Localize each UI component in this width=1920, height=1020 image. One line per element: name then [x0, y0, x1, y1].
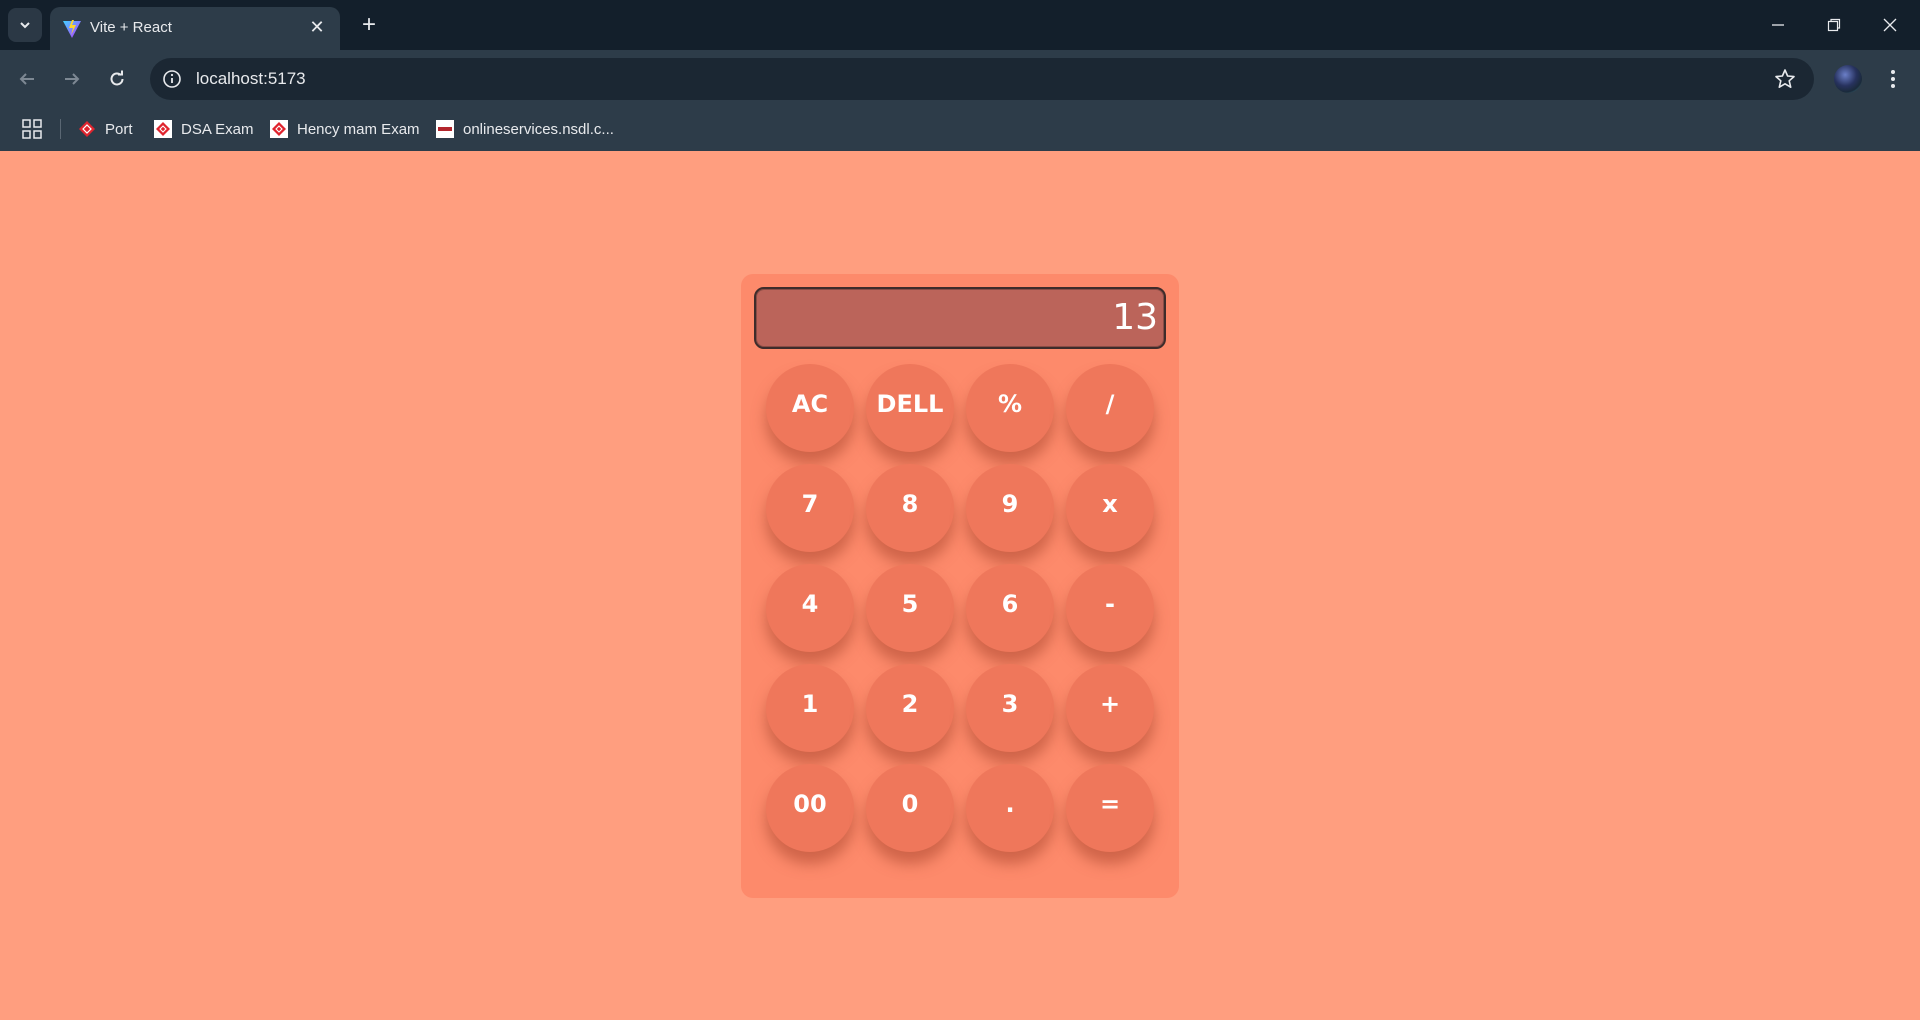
- key-6[interactable]: 6: [966, 564, 1054, 652]
- bookmark-star-icon[interactable]: [1774, 68, 1796, 90]
- close-tab-icon[interactable]: ✕: [306, 16, 328, 38]
- key-label: -: [1105, 590, 1115, 618]
- key-label: 8: [901, 490, 919, 518]
- more-vert-icon: [1891, 70, 1895, 88]
- key-label: 6: [1001, 590, 1019, 618]
- key-label: 5: [901, 590, 919, 618]
- key-label: AC: [791, 390, 829, 418]
- key-0[interactable]: 0: [866, 764, 954, 852]
- key-divide[interactable]: /: [1066, 364, 1154, 452]
- arrow-left-icon: [19, 73, 34, 85]
- key-label: 4: [801, 590, 819, 618]
- key-label: x: [1102, 490, 1118, 518]
- page-content: 13 AC DELL % / 7 8 9 x 4 5 6 - 1 2 3 + 0…: [0, 151, 1920, 1020]
- key-label: =: [1099, 790, 1121, 818]
- nsdl-logo-icon: [436, 120, 454, 138]
- red-logo-icon: [79, 121, 95, 137]
- key-7[interactable]: 7: [766, 464, 854, 552]
- key-label: 2: [901, 690, 919, 718]
- restore-icon: [1827, 18, 1841, 32]
- key-equals[interactable]: =: [1066, 764, 1154, 852]
- key-label: 1: [801, 690, 819, 718]
- key-label: 0: [901, 790, 919, 818]
- minimize-icon: [1772, 24, 1784, 26]
- arrow-right-icon: [65, 73, 80, 85]
- key-percent[interactable]: %: [966, 364, 1054, 452]
- bookmarks-bar: Port DSA Exam Hency mam Exam onlineservi…: [0, 107, 1920, 151]
- key-label: 9: [1001, 490, 1019, 518]
- forward-button[interactable]: [55, 62, 89, 96]
- key-1[interactable]: 1: [766, 664, 854, 752]
- key-add[interactable]: +: [1066, 664, 1154, 752]
- key-label: +: [1099, 690, 1121, 718]
- profile-avatar[interactable]: [1834, 65, 1862, 93]
- calculator-display: 13: [754, 287, 1166, 349]
- key-4[interactable]: 4: [766, 564, 854, 652]
- key-label: /: [1105, 390, 1115, 418]
- restore-button[interactable]: [1806, 0, 1862, 50]
- close-icon: [1883, 18, 1897, 32]
- apps-grid-icon[interactable]: [22, 119, 42, 139]
- browser-titlebar: Vite + React ✕ +: [0, 0, 1920, 50]
- bookmark-label: Hency mam Exam: [297, 120, 420, 138]
- menu-button[interactable]: [1878, 64, 1908, 94]
- reload-icon: [110, 70, 124, 86]
- chevron-down-icon: [20, 22, 30, 29]
- red-logo-icon: [270, 120, 288, 138]
- red-logo-icon: [154, 120, 172, 138]
- key-label: DELL: [876, 390, 944, 418]
- tab-search-button[interactable]: [8, 8, 42, 42]
- bookmark-nsdl[interactable]: onlineservices.nsdl.c...: [436, 116, 614, 142]
- minimize-button[interactable]: [1750, 0, 1806, 50]
- key-subtract[interactable]: -: [1066, 564, 1154, 652]
- key-label: 00: [793, 790, 827, 818]
- key-ac[interactable]: AC: [766, 364, 854, 452]
- key-delete[interactable]: DELL: [866, 364, 954, 452]
- tab-title: Vite + React: [90, 19, 172, 36]
- bookmark-dsa-exam[interactable]: DSA Exam: [154, 116, 254, 142]
- bookmarks-divider: [60, 119, 61, 139]
- vite-logo-icon: [63, 20, 81, 38]
- close-window-button[interactable]: [1862, 0, 1918, 50]
- key-00[interactable]: 00: [766, 764, 854, 852]
- calculator: 13 AC DELL % / 7 8 9 x 4 5 6 - 1 2 3 + 0…: [741, 274, 1179, 898]
- browser-toolbar: localhost:5173: [0, 50, 1920, 107]
- key-label: %: [997, 390, 1023, 418]
- key-3[interactable]: 3: [966, 664, 1054, 752]
- back-button[interactable]: [10, 62, 44, 96]
- site-info-icon: [163, 70, 181, 88]
- address-bar[interactable]: localhost:5173: [150, 58, 1814, 100]
- url-text: localhost:5173: [196, 69, 306, 88]
- key-label: .: [1005, 790, 1015, 818]
- key-5[interactable]: 5: [866, 564, 954, 652]
- browser-tab[interactable]: Vite + React ✕: [50, 7, 340, 50]
- key-label: 7: [801, 490, 819, 518]
- key-multiply[interactable]: x: [1066, 464, 1154, 552]
- bookmark-port[interactable]: Port: [78, 116, 133, 142]
- key-2[interactable]: 2: [866, 664, 954, 752]
- key-decimal[interactable]: .: [966, 764, 1054, 852]
- display-value: 13: [1112, 297, 1158, 338]
- bookmark-hency-mam-exam[interactable]: Hency mam Exam: [270, 116, 420, 142]
- bookmark-label: DSA Exam: [181, 120, 254, 138]
- reload-button[interactable]: [100, 62, 134, 96]
- new-tab-button[interactable]: +: [352, 8, 386, 42]
- bookmark-label: onlineservices.nsdl.c...: [463, 120, 614, 138]
- key-9[interactable]: 9: [966, 464, 1054, 552]
- bookmark-label: Port: [105, 120, 133, 138]
- key-label: 3: [1001, 690, 1019, 718]
- key-8[interactable]: 8: [866, 464, 954, 552]
